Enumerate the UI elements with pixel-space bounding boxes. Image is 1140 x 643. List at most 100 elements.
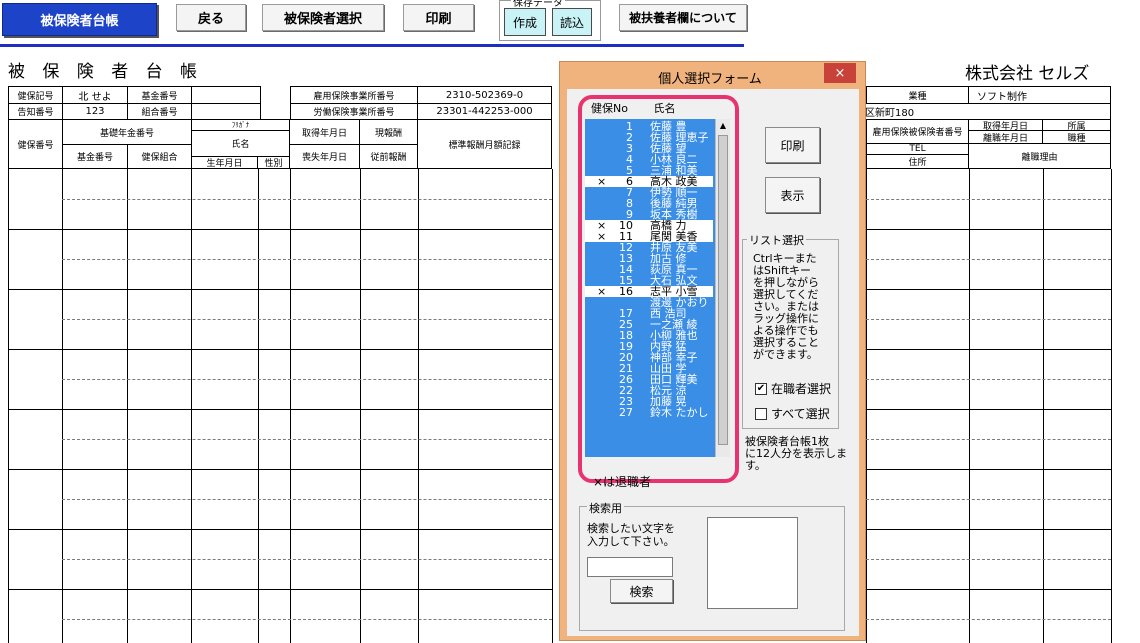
search-input[interactable] [587,557,673,577]
list-item-name: 小林 良二 [650,153,698,166]
list-item[interactable]: 4 小林 良二 [585,154,713,165]
list-item[interactable]: 8 後藤 純男 [585,198,713,209]
dependents-info-button[interactable]: 被扶養者欄について [619,4,747,31]
koyo-value[interactable]: 2310-502369-0 [417,86,552,104]
list-item[interactable]: × 16 志平 小雪 [585,286,713,297]
list-item[interactable]: 1 佐藤 豊 [585,121,713,132]
list-item-name: 加藤 晃 [650,395,687,408]
list-item[interactable]: 5 三浦 和美 [585,165,713,176]
list-item-no: 22 [619,384,633,397]
list-item[interactable]: 21 山田 学 [585,363,713,374]
list-item-name: 一之瀬 綾 [650,318,698,331]
col-shimei: 氏名 [191,130,290,157]
list-item[interactable]: × 10 高橋 力 [585,220,713,231]
tsuchi-no-value[interactable]: 123 [62,103,128,120]
close-button[interactable]: × [824,63,856,83]
list-item-name: 山田 学 [650,362,687,375]
list-scrollbar[interactable]: ▲ [715,119,730,457]
rodo-value[interactable]: 23301-442253-000 [417,103,552,120]
col-shokushu: 職種 [1042,130,1111,144]
list-item[interactable]: × 11 尾関 美香 [585,231,713,242]
list-item[interactable]: 18 小柳 雅也 [585,330,713,341]
list-item-name: 井原 友美 [650,241,698,254]
list-item-no: 18 [619,329,633,342]
checkbox-checked-icon: ✔ [755,382,767,395]
list-item[interactable]: 25 一之瀬 綾 [585,319,713,330]
search-help-lines-line: 検索したい文字を [587,522,675,535]
tsuchi-no-label: 告知番号 [8,103,63,120]
kikin-no-value[interactable] [191,86,261,104]
col-juzen: 従前報酬 [359,144,418,169]
list-item-name: 鈴木 たかし [650,406,709,419]
list-item-no: 2 [626,131,633,144]
retired-mark: × [597,285,607,298]
address-fragment[interactable]: 区新町180 [858,103,1111,120]
page-title: 被 保 険 者 台 帳 [8,62,204,82]
print-button[interactable]: 印刷 [403,4,474,31]
active-only-checkbox[interactable]: ✔ 在職者選択 [755,380,831,397]
list-item-name: 小柳 雅也 [650,329,698,342]
list-item-no: 8 [626,197,633,210]
gyoshu-value[interactable]: ソフト制作 [968,86,1111,104]
person-listbox[interactable]: 27 鈴木 たかし 23 加藤 晃 22 松元 涼 26 田口 輝美 21 山田 学 20 神部 幸子… [585,119,730,457]
list-item-no: 17 [619,307,633,320]
scroll-up-icon[interactable]: ▲ [716,119,730,133]
ledger-button[interactable]: 被保険者台帳 [2,3,157,36]
list-item-name: 大石 弘文 [650,274,698,287]
list-item[interactable]: 13 加古 修 [585,253,713,264]
kumiai-no-value[interactable] [191,103,261,120]
scroll-thumb[interactable] [718,135,728,445]
list-item[interactable]: 17 西 浩司 [585,308,713,319]
rodo-label: 労働保険事業所番号 [290,103,418,120]
list-item[interactable]: 渡邊 かおり [585,297,713,308]
list-item-no: 14 [619,263,633,276]
list-item[interactable]: 19 内野 猛 [585,341,713,352]
list-item-name: 神部 幸子 [650,351,698,364]
kenpo-kigo-value[interactable]: 北 せよ [62,86,128,104]
list-item[interactable]: 12 井原 友美 [585,242,713,253]
list-item[interactable]: × 6 高木 政美 [585,176,713,187]
list-item-name: 渡邊 かおり [650,296,709,309]
list-header: 健保No 氏名 [591,100,675,116]
help-lines-line: Ctrlキーまた [753,252,817,265]
list-item[interactable]: 26 田口 輝美 [585,374,713,385]
list-item-no: 20 [619,351,633,364]
select-insured-button[interactable]: 被保険者選択 [262,4,384,31]
list-item-name: 加古 修 [650,252,687,265]
list-item-no: 12 [619,241,633,254]
note-lines-line: に12人分を表示しま [745,447,847,460]
help-lines-line: さい。または [753,300,819,313]
list-item[interactable]: 22 松元 涼 [585,385,713,396]
dialog-print-button[interactable]: 印刷 [765,127,820,163]
list-item-name: 高橋 力 [650,219,687,232]
load-button[interactable]: 読込 [552,8,592,36]
list-item[interactable]: 23 加藤 晃 [585,396,713,407]
search-results-box[interactable] [707,517,798,609]
back-button[interactable]: 戻る [176,4,246,31]
dialog-client: 健保No 氏名 27 鈴木 たかし 23 加藤 晃 22 松元 涼 26 田口 輝美 21 山田 … [567,89,859,636]
dialog-show-button[interactable]: 表示 [765,177,820,213]
search-button[interactable]: 検索 [610,579,673,603]
list-item[interactable]: 2 佐藤 理恵子 [585,132,713,143]
list-item[interactable]: 3 佐藤 望 [585,143,713,154]
checkbox-unchecked-icon [755,407,767,420]
list-item-no: 4 [626,153,633,166]
list-item[interactable]: 7 伊勢 順一 [585,187,713,198]
create-button[interactable]: 作成 [504,8,546,36]
list-item[interactable]: 15 大石 弘文 [585,275,713,286]
list-item[interactable]: 14 荻原 真一 [585,264,713,275]
col-kikin-no: 基金番号 [62,144,128,169]
toolbar-divider [0,44,744,47]
col-hyojun: 標準報酬月額記録 [417,119,552,169]
search-help-lines-line: 入力して下さい。 [587,535,675,548]
select-all-checkbox[interactable]: すべて選択 [755,405,830,422]
person-select-dialog: 個人選択フォーム × 健保No 氏名 27 鈴木 たかし 23 加藤 晃 22 松元 涼2… [559,61,866,641]
list-item-no: 11 [619,230,633,243]
col-kenpo-kumiai: 健保組合 [127,144,192,169]
list-item[interactable]: 9 坂本 秀樹 [585,209,713,220]
list-item[interactable]: 27 鈴木 たかし [585,407,713,418]
col-kosei-no: 基礎年金番号 [62,119,192,145]
help-lines-line: を押しながら [753,276,819,289]
select-all-label: すべて選択 [771,407,830,421]
list-item[interactable]: 20 神部 幸子 [585,352,713,363]
